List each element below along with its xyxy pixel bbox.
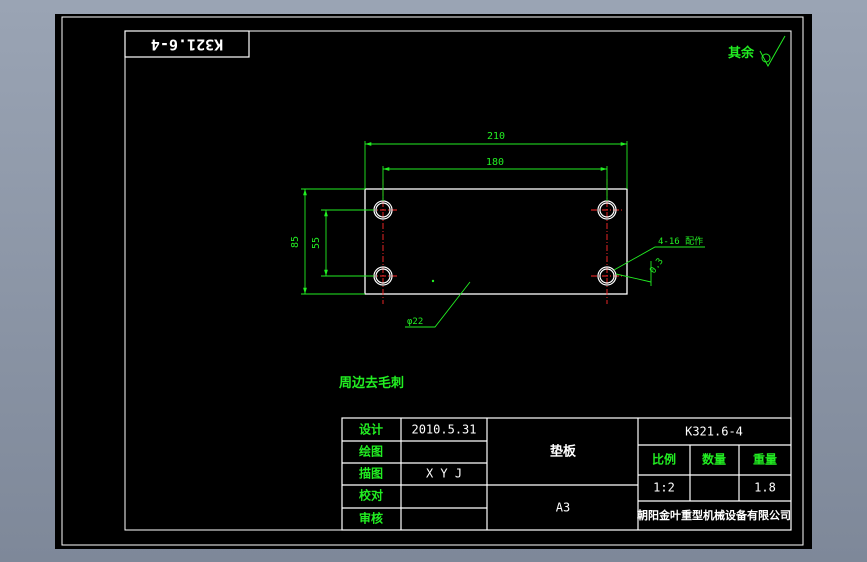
weight-value: 1.8 xyxy=(754,481,776,495)
surface-roughness-icon xyxy=(759,35,786,68)
chamfer-dim: 0.3 xyxy=(648,257,666,276)
dim-hole-spacing-y: 55 xyxy=(311,237,322,249)
drawing-number-rotated: K321.6-4 xyxy=(151,36,223,54)
drawing-sheet: K321.6-4 其余 210 180 85 55 4-16 配作 0.3 φ2… xyxy=(55,14,812,549)
value-design-date: 2010.5.31 xyxy=(411,423,476,437)
centerlines xyxy=(369,179,623,304)
label-trace: 描图 xyxy=(359,466,383,481)
title-block-values: 2010.5.31 X Y J 垫板 A3 K321.6-4 1:2 1.8 朝… xyxy=(411,423,791,523)
scale-value: 1:2 xyxy=(653,481,675,495)
deburr-note: 周边去毛刺 xyxy=(339,375,404,391)
part-name: 垫板 xyxy=(550,444,577,460)
title-drawing-number: K321.6-4 xyxy=(685,425,743,439)
cad-viewport[interactable]: K321.6-4 其余 210 180 85 55 4-16 配作 0.3 φ2… xyxy=(0,0,867,562)
company-name: 朝阳金叶重型机械设备有限公司 xyxy=(637,508,791,522)
dimension-lines xyxy=(301,141,705,328)
center-diameter-dim: φ22 xyxy=(407,317,423,327)
surface-note-text: 其余 xyxy=(728,45,755,61)
dim-hole-spacing-x: 180 xyxy=(486,157,504,168)
label-scale: 比例 xyxy=(652,452,676,467)
hole-callout: 4-16 配作 xyxy=(658,235,703,247)
drawing-canvas: K321.6-4 其余 210 180 85 55 4-16 配作 0.3 φ2… xyxy=(61,16,804,546)
label-quantity: 数量 xyxy=(702,452,726,467)
holes xyxy=(373,200,617,286)
dim-overall-width: 210 xyxy=(487,131,505,142)
label-design: 设计 xyxy=(359,422,383,437)
dim-overall-height: 85 xyxy=(290,236,301,248)
label-draw: 绘图 xyxy=(359,444,383,459)
center-mark xyxy=(431,279,435,283)
plate-outline xyxy=(364,188,628,295)
value-trace: X Y J xyxy=(426,467,462,481)
inner-frame xyxy=(124,30,792,531)
label-weight: 重量 xyxy=(753,452,777,467)
paper-size: A3 xyxy=(556,501,570,515)
label-check: 校对 xyxy=(359,488,383,503)
label-review: 审核 xyxy=(359,511,383,526)
